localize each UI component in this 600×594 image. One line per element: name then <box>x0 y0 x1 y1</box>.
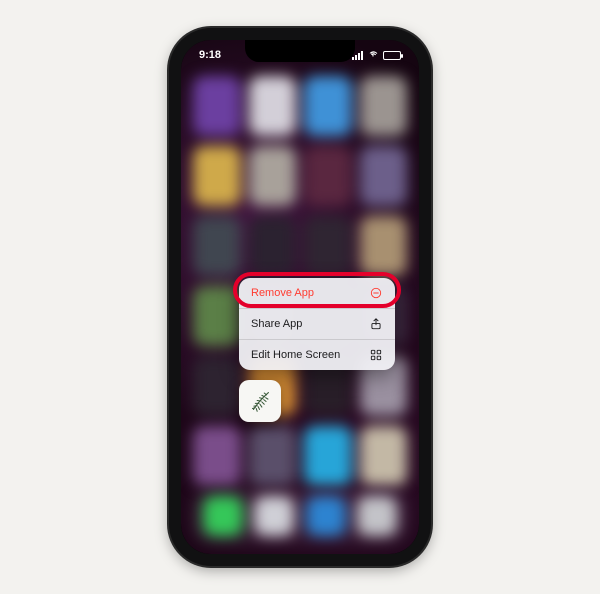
blurred-app-icon <box>360 76 408 136</box>
blurred-app-icon <box>249 76 297 136</box>
menu-item-label: Share App <box>251 318 302 330</box>
blurred-app-icon <box>193 356 241 416</box>
blurred-app-icon <box>249 426 297 486</box>
menu-item-share-app[interactable]: Share App <box>239 308 395 339</box>
app-context-menu-container: Remove App Share App Edit Home Screen <box>239 278 395 422</box>
blurred-dock-icon <box>306 496 346 536</box>
edit-layout-icon <box>369 348 383 362</box>
blurred-app-icon <box>249 216 297 276</box>
iphone-frame: 9:18 Remove App <box>169 28 431 566</box>
context-menu: Remove App Share App Edit Home Screen <box>239 278 395 370</box>
blurred-app-icon <box>304 426 352 486</box>
status-time: 9:18 <box>199 49 221 61</box>
screen: 9:18 Remove App <box>181 40 419 554</box>
selected-app-icon[interactable] <box>239 380 281 422</box>
blurred-app-icon <box>360 216 408 276</box>
fern-icon <box>245 386 275 416</box>
blurred-app-icon <box>249 146 297 206</box>
notch <box>245 40 355 62</box>
blurred-dock-icon <box>203 496 243 536</box>
menu-item-edit-home-screen[interactable]: Edit Home Screen <box>239 339 395 370</box>
blurred-app-icon <box>193 76 241 136</box>
blurred-app-icon <box>304 146 352 206</box>
blurred-app-icon <box>193 146 241 206</box>
blurred-app-icon <box>193 286 241 346</box>
share-icon <box>369 317 383 331</box>
dock-blurred <box>191 488 409 544</box>
battery-icon <box>383 51 401 60</box>
blurred-app-icon <box>304 216 352 276</box>
blurred-app-icon <box>193 426 241 486</box>
remove-icon <box>369 286 383 300</box>
blurred-app-icon <box>193 216 241 276</box>
status-right <box>352 49 401 62</box>
blurred-app-icon <box>360 146 408 206</box>
menu-item-label: Edit Home Screen <box>251 349 340 361</box>
blurred-app-icon <box>304 76 352 136</box>
blurred-dock-icon <box>254 496 294 536</box>
blurred-app-icon <box>360 426 408 486</box>
wifi-icon <box>367 49 379 62</box>
menu-item-label: Remove App <box>251 287 314 299</box>
menu-item-remove-app[interactable]: Remove App <box>239 278 395 308</box>
blurred-dock-icon <box>357 496 397 536</box>
